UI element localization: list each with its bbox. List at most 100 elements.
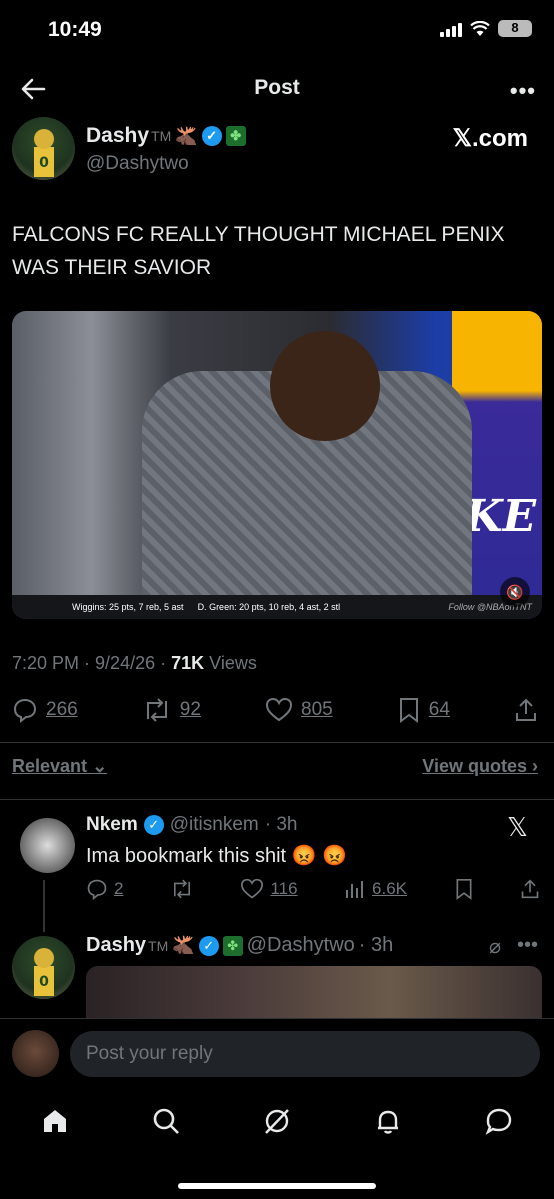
more-options-icon[interactable]: ••• bbox=[517, 934, 538, 959]
ticker-left: Wiggins: 25 pts, 7 reb, 5 ast bbox=[72, 602, 184, 612]
reply-button[interactable]: 266 bbox=[12, 697, 78, 723]
views-label: Views bbox=[209, 653, 257, 673]
verified-badge-icon: ✓ bbox=[198, 935, 219, 956]
home-icon bbox=[44, 1110, 67, 1132]
signal-icon bbox=[440, 21, 462, 37]
reply-time: · 3h bbox=[264, 814, 298, 835]
clover-emoji-icon: ✤ bbox=[222, 935, 243, 956]
post-video[interactable]: LAKE Wiggins: 25 pts, 7 reb, 5 ast D. Gr… bbox=[12, 311, 542, 619]
verified-badge-icon: ✓ bbox=[201, 126, 222, 146]
views-chart-icon bbox=[346, 881, 364, 898]
more-options-icon[interactable]: ••• bbox=[510, 78, 536, 104]
bottom-tab-bar bbox=[0, 1096, 554, 1146]
reply-like-button[interactable]: 116 bbox=[240, 878, 298, 900]
share-button[interactable] bbox=[514, 697, 538, 723]
author-avatar[interactable]: 0 bbox=[12, 117, 75, 180]
trademark-label: TM bbox=[151, 128, 172, 144]
tab-home[interactable] bbox=[35, 1101, 75, 1141]
my-avatar[interactable] bbox=[12, 1030, 59, 1077]
reply-media[interactable] bbox=[86, 966, 542, 1026]
author-name[interactable]: Dashy bbox=[86, 124, 149, 148]
tab-search[interactable] bbox=[146, 1101, 186, 1141]
bookmark-button[interactable]: 64 bbox=[397, 697, 450, 723]
reply-share-button[interactable] bbox=[520, 878, 540, 900]
reply-author-name[interactable]: Dashy bbox=[86, 934, 146, 957]
reply-toolbar: ⌀ ••• bbox=[489, 934, 538, 959]
reply-icon bbox=[13, 698, 37, 723]
share-icon bbox=[516, 698, 536, 721]
heart-icon bbox=[265, 697, 293, 722]
reply-input[interactable]: Post your reply bbox=[70, 1031, 540, 1077]
heart-icon bbox=[241, 878, 264, 899]
reply-avatar[interactable] bbox=[20, 818, 75, 873]
reply-author-handle[interactable]: @Dashytwo bbox=[247, 934, 355, 957]
chevron-down-icon: ⌄ bbox=[92, 756, 108, 776]
person-head bbox=[270, 331, 380, 441]
trademark-label: TM bbox=[148, 937, 169, 954]
reply-time: · 3h bbox=[358, 934, 394, 956]
author-name-row[interactable]: Dashy TM 🫎 ✓ ✤ bbox=[86, 124, 246, 148]
post-time: 7:20 PM bbox=[12, 653, 80, 673]
battery-icon: 8 bbox=[498, 20, 532, 37]
post-meta: 7:20 PM · 9/24/26 · 71K Views bbox=[12, 653, 257, 673]
svg-text:0: 0 bbox=[39, 974, 49, 990]
like-button[interactable]: 805 bbox=[265, 697, 333, 723]
views-count: 71K bbox=[171, 653, 205, 673]
ticker-right: D. Green: 20 pts, 10 reb, 4 ast, 2 stl bbox=[197, 602, 341, 612]
view-quotes-label: View quotes bbox=[422, 756, 527, 776]
reply-views-count: 6.6K bbox=[372, 879, 408, 898]
bookmark-icon bbox=[456, 879, 471, 900]
bookmark-icon bbox=[399, 698, 418, 723]
reply-text: Ima bookmark this shit 😡 😡 bbox=[86, 845, 347, 867]
page-title: Post bbox=[254, 76, 300, 99]
reply-name-row[interactable]: Nkem ✓ @itisnkem · 3h bbox=[86, 814, 297, 836]
view-quotes-link[interactable]: View quotes › bbox=[422, 756, 538, 777]
bookmark-count: 64 bbox=[428, 699, 450, 720]
clover-emoji-icon: ✤ bbox=[225, 126, 246, 146]
reply-avatar[interactable]: 0 bbox=[12, 936, 75, 999]
post-text: FALCONS FC REALLY THOUGHT MICHAEL PENIX … bbox=[12, 223, 505, 279]
reply-repost-button[interactable] bbox=[170, 878, 194, 900]
svg-text:0: 0 bbox=[39, 155, 49, 171]
reply-views-button[interactable]: 6.6K bbox=[344, 878, 407, 900]
battery-level: 8 bbox=[499, 21, 531, 36]
reply-actions: 2 116 6.6K bbox=[86, 878, 540, 900]
author-handle[interactable]: @Dashytwo bbox=[86, 153, 189, 175]
mute-icon[interactable]: 🔇 bbox=[500, 577, 530, 607]
tab-grok[interactable] bbox=[257, 1101, 297, 1141]
moose-emoji-icon: 🫎 bbox=[175, 125, 198, 146]
divider bbox=[0, 799, 554, 800]
chevron-right-icon: › bbox=[532, 756, 538, 776]
share-icon bbox=[521, 879, 539, 899]
reply-author-name[interactable]: Nkem bbox=[86, 814, 138, 836]
score-ticker: Wiggins: 25 pts, 7 reb, 5 ast D. Green: … bbox=[12, 595, 542, 619]
bell-icon bbox=[377, 1110, 398, 1134]
post-date: 9/24/26 bbox=[95, 653, 156, 673]
status-icons: 8 bbox=[440, 20, 532, 37]
moose-emoji-icon: 🫎 bbox=[172, 935, 195, 955]
chat-icon bbox=[485, 1108, 511, 1135]
reply-bookmark-button[interactable] bbox=[454, 878, 474, 900]
divider bbox=[0, 742, 554, 743]
grok-icon[interactable]: ⌀ bbox=[489, 934, 501, 959]
thread-line bbox=[43, 880, 45, 932]
reply-icon bbox=[87, 879, 107, 900]
ticker-follow: Follow @NBAonTNT bbox=[448, 602, 532, 612]
tab-messages[interactable] bbox=[479, 1101, 519, 1141]
wifi-icon bbox=[470, 20, 490, 36]
sort-relevant-label: Relevant bbox=[12, 756, 88, 776]
tab-notifications[interactable] bbox=[368, 1101, 408, 1141]
reply-name-row[interactable]: Dashy TM 🫎 ✓ ✤ @Dashytwo · 3h bbox=[86, 934, 393, 957]
sort-relevant-button[interactable]: Relevant ⌄ bbox=[12, 756, 107, 777]
repost-button[interactable]: 92 bbox=[142, 697, 201, 723]
status-time: 10:49 bbox=[48, 18, 102, 41]
grok-icon bbox=[265, 1109, 289, 1134]
reply-reply-count: 2 bbox=[114, 879, 124, 898]
home-indicator bbox=[178, 1183, 376, 1189]
post-actions: 266 92 805 64 bbox=[12, 697, 538, 723]
reply-author-handle[interactable]: @itisnkem bbox=[170, 814, 259, 836]
verified-badge-icon: ✓ bbox=[143, 815, 164, 835]
search-icon bbox=[153, 1108, 180, 1134]
reply-reply-button[interactable]: 2 bbox=[86, 878, 123, 900]
repost-icon bbox=[146, 698, 167, 722]
